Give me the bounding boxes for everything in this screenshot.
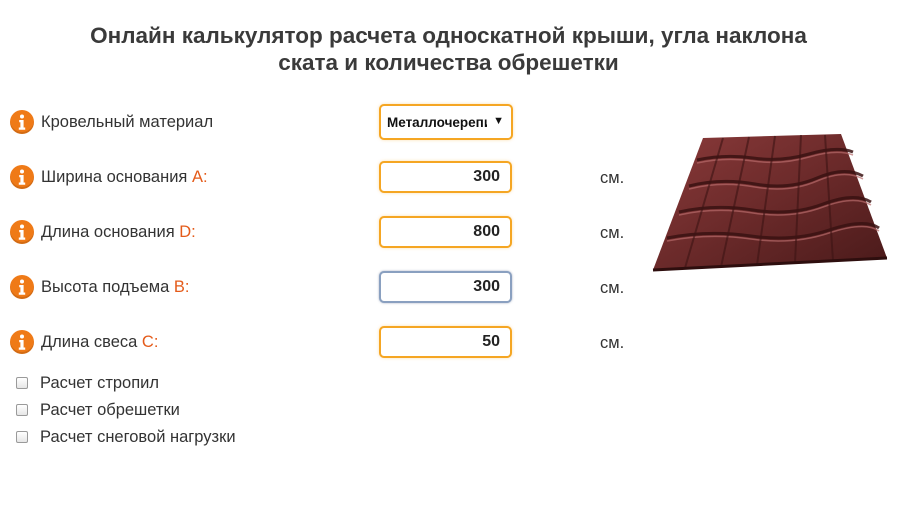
width-label-text: Ширина основания (41, 168, 192, 186)
overhang-colon: : (153, 333, 159, 351)
height-unit: см. (600, 279, 625, 297)
snow-load-checkbox[interactable] (16, 431, 28, 443)
height-input[interactable]: 300 (379, 271, 512, 303)
height-label: Высота подъема B: (41, 278, 189, 297)
overhang-row: Длина свеса C: (10, 328, 370, 358)
metal-roof-tile-image (652, 134, 888, 272)
height-colon: : (184, 278, 190, 296)
width-input[interactable]: 300 (379, 161, 512, 193)
length-unit: см. (600, 224, 625, 242)
rafters-checkbox[interactable] (16, 377, 28, 389)
page-title-line-1: Онлайн калькулятор расчета односкатной к… (90, 23, 807, 48)
length-letter: D (179, 223, 192, 241)
width-colon: : (202, 168, 208, 186)
overhang-unit: см. (600, 334, 625, 352)
length-row: Длина основания D: (10, 218, 370, 248)
info-icon[interactable] (10, 220, 34, 244)
page-title: Онлайн калькулятор расчета односкатной к… (0, 22, 897, 76)
material-select[interactable]: Металлочерепица ▼ (379, 104, 513, 140)
info-icon[interactable] (10, 110, 34, 134)
width-letter: A (191, 168, 203, 186)
width-label: Ширина основания A: (41, 168, 208, 187)
length-colon: : (191, 223, 196, 241)
material-label: Кровельный материал (41, 113, 214, 131)
length-input[interactable]: 800 (379, 216, 512, 248)
overhang-input[interactable]: 50 (379, 326, 512, 358)
rafters-checkbox-label[interactable]: Расчет стропил (40, 374, 159, 393)
chevron-down-icon: ▼ (493, 115, 504, 127)
width-unit: см. (600, 169, 625, 187)
lathing-checkbox-label[interactable]: Расчет обрешетки (40, 401, 180, 420)
info-icon[interactable] (10, 275, 34, 299)
length-label-text: Длина основания (41, 223, 180, 241)
lathing-checkbox[interactable] (16, 404, 28, 416)
page-title-line-2: ската и количества обрешетки (278, 50, 619, 75)
width-row: Ширина основания A: (10, 163, 370, 193)
height-letter: B (173, 278, 185, 296)
overhang-label: Длина свеса C: (41, 333, 158, 352)
height-label-text: Высота подъема (41, 278, 174, 296)
info-icon[interactable] (10, 330, 34, 354)
length-label: Длина основания D: (41, 223, 196, 242)
overhang-letter: C (141, 333, 154, 351)
height-row: Высота подъема B: (10, 273, 370, 303)
material-select-value: Металлочерепица (387, 115, 487, 130)
snow-load-checkbox-label[interactable]: Расчет снеговой нагрузки (40, 428, 236, 447)
overhang-label-text: Длина свеса (41, 333, 142, 351)
material-row: Кровельный материал (10, 108, 610, 138)
info-icon[interactable] (10, 165, 34, 189)
